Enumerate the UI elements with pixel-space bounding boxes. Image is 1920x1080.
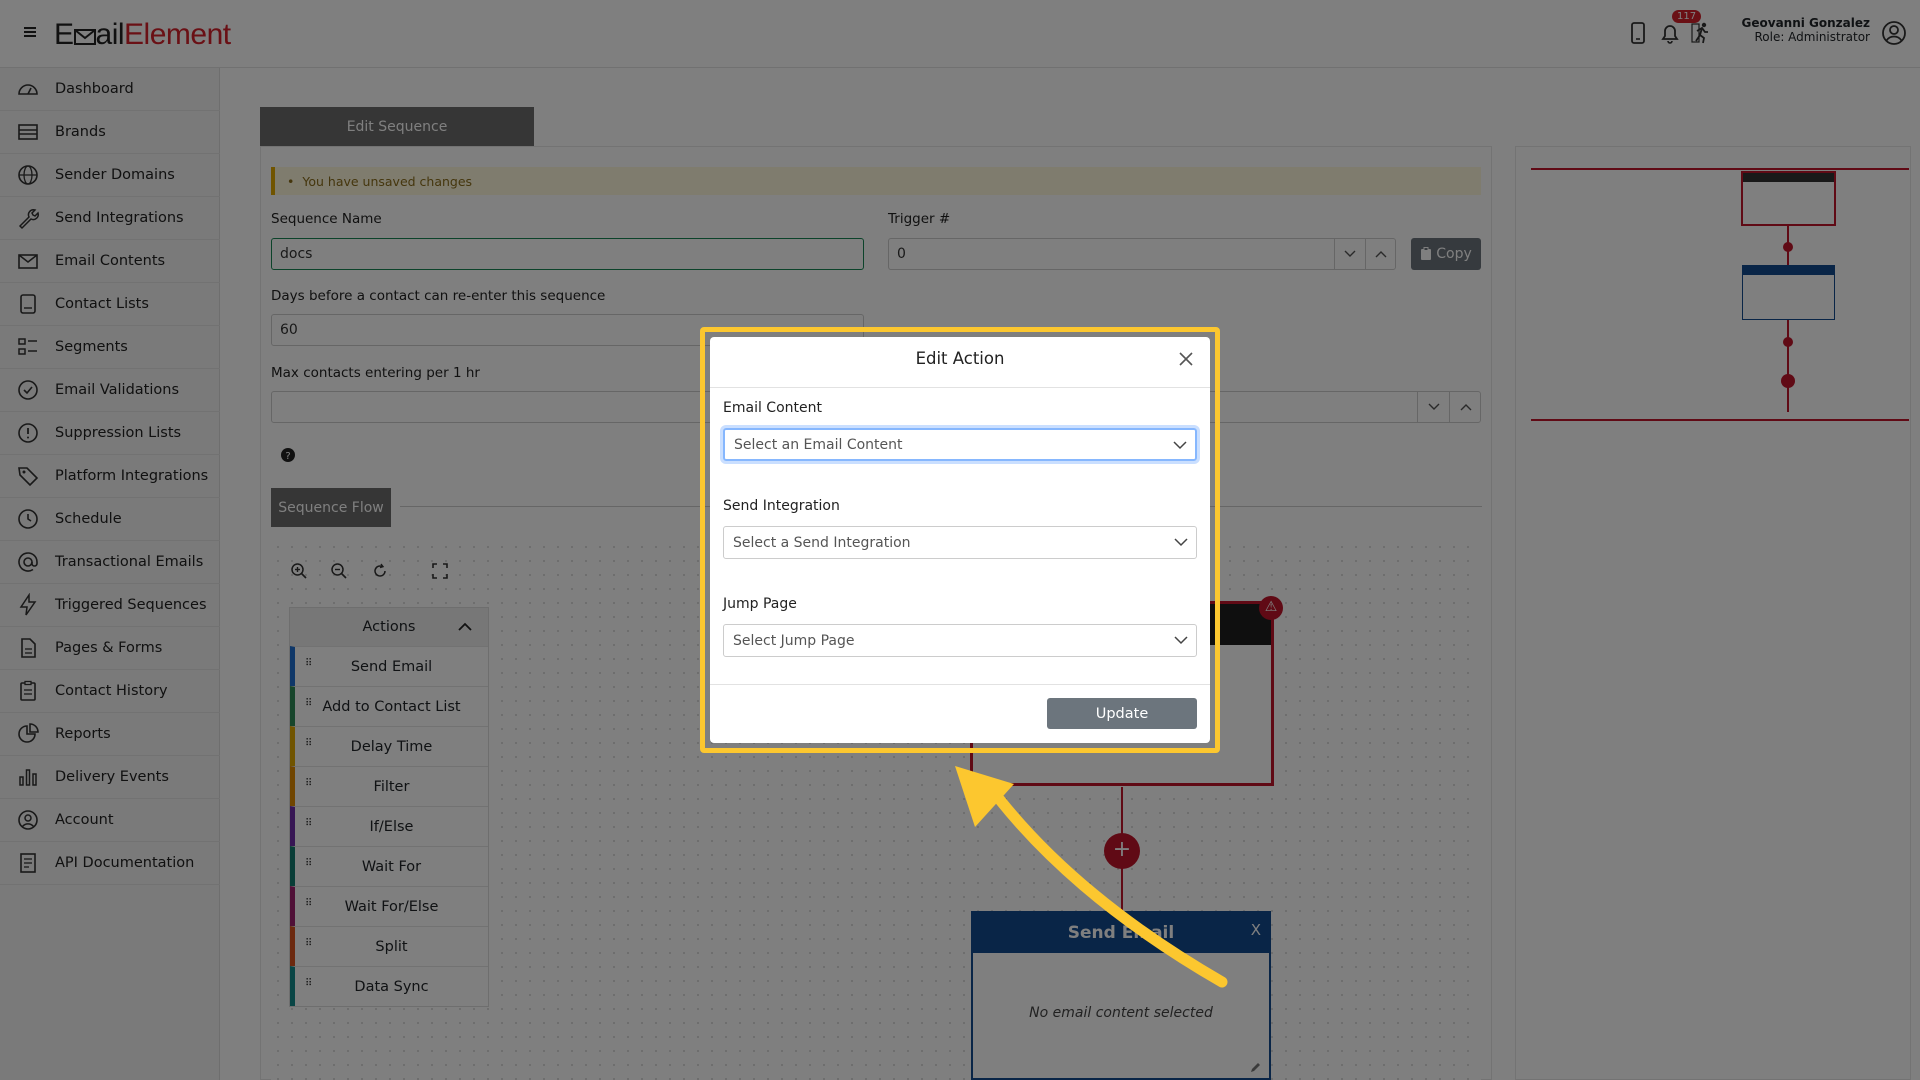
chevron-down-icon	[1174, 538, 1188, 547]
close-icon[interactable]	[1176, 349, 1196, 369]
chevron-down-icon	[1173, 441, 1187, 450]
email-content-label: Email Content	[723, 400, 822, 416]
send-integration-label: Send Integration	[723, 498, 840, 514]
email-content-placeholder: Select an Email Content	[734, 436, 903, 453]
modal-footer-divider	[710, 684, 1210, 685]
modal-header-divider	[710, 387, 1210, 388]
jump-page-label: Jump Page	[723, 596, 797, 612]
send-integration-placeholder: Select a Send Integration	[733, 534, 911, 551]
modal-title: Edit Action	[915, 349, 1005, 368]
chevron-down-icon	[1174, 636, 1188, 645]
jump-page-placeholder: Select Jump Page	[733, 632, 855, 649]
edit-action-modal: Edit Action Email Content Select an Emai…	[710, 337, 1210, 743]
jump-page-select[interactable]: Select Jump Page	[723, 624, 1197, 657]
email-content-select[interactable]: Select an Email Content	[723, 428, 1197, 461]
send-integration-select[interactable]: Select a Send Integration	[723, 526, 1197, 559]
update-button[interactable]: Update	[1047, 698, 1197, 729]
